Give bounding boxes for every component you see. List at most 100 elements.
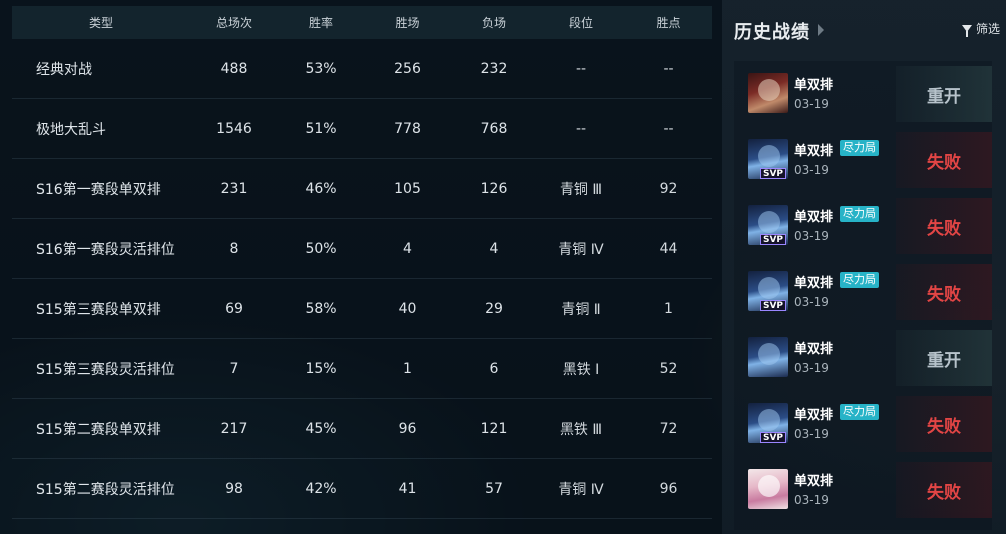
header-wins: 胜场 (395, 16, 420, 30)
cell-type: S15第二赛段单双排 (36, 421, 161, 438)
match-date: 03-19 (794, 229, 829, 243)
match-date: 03-19 (794, 163, 829, 177)
cell-tier: 黑铁 Ⅰ (562, 361, 600, 378)
match-history-panel: 历史战绩 筛选 单双排 03-19 重开 SVP 单双排 尽力局 03-19 失… (722, 0, 1006, 534)
cell-losses: 768 (480, 120, 508, 137)
cell-total: 1546 (216, 120, 252, 137)
cell-total: 7 (229, 360, 239, 377)
cell-losses: 57 (485, 480, 503, 497)
cell-wins: 96 (398, 420, 417, 437)
cell-type: 经典对战 (36, 61, 92, 78)
cell-type: S16第一赛段灵活排位 (36, 241, 175, 258)
match-result: 失败 (896, 264, 992, 320)
cell-tier: 黑铁 Ⅲ (559, 421, 603, 438)
cell-tier: 青铜 Ⅳ (558, 241, 604, 258)
cell-wins: 4 (403, 240, 412, 257)
champion-avatar: SVP (748, 139, 788, 179)
cell-lp: -- (663, 120, 674, 137)
cell-lp: 96 (659, 480, 678, 497)
match-date: 03-19 (794, 295, 829, 309)
effort-badge: 尽力局 (840, 272, 879, 288)
match-item[interactable]: 单双排 03-19 重开 (734, 325, 992, 391)
cell-tier: 青铜 Ⅱ (561, 301, 601, 318)
svp-badge: SVP (760, 300, 786, 311)
match-result: 重开 (896, 330, 992, 386)
champion-avatar (748, 337, 788, 377)
header-total: 总场次 (215, 16, 252, 30)
match-result: 失败 (896, 396, 992, 452)
match-result: 失败 (896, 132, 992, 188)
cell-rate: 45% (305, 420, 337, 437)
cell-tier: -- (575, 120, 587, 137)
cell-lp: 44 (659, 240, 678, 257)
champion-avatar (748, 73, 788, 113)
table-row[interactable]: S15第二赛段单双排 217 45% 96 121 黑铁 Ⅲ 72 (12, 399, 712, 459)
cell-tier: 青铜 Ⅲ (559, 181, 603, 198)
table-header: 类型 总场次 胜率 胜场 负场 段位 胜点 (12, 6, 712, 39)
match-date: 03-19 (794, 361, 829, 375)
champion-avatar: SVP (748, 271, 788, 311)
app-root: 类型 总场次 胜率 胜场 负场 段位 胜点 经典对战 488 53% 256 2… (0, 0, 1006, 534)
cell-wins: 778 (394, 120, 421, 137)
history-title[interactable]: 历史战绩 (734, 18, 810, 44)
svp-badge: SVP (760, 168, 786, 179)
champion-avatar (748, 469, 788, 509)
stats-table: 类型 总场次 胜率 胜场 负场 段位 胜点 经典对战 488 53% 256 2… (0, 0, 722, 534)
cell-wins: 40 (398, 300, 417, 317)
cell-rate: 46% (305, 180, 337, 197)
cell-losses: 121 (480, 420, 508, 437)
cell-total: 217 (220, 420, 248, 437)
cell-rate: 42% (305, 480, 337, 497)
effort-badge: 尽力局 (840, 206, 879, 222)
match-item[interactable]: SVP 单双排 尽力局 03-19 失败 (734, 391, 992, 457)
match-list: 单双排 03-19 重开 SVP 单双排 尽力局 03-19 失败 SVP 单双… (734, 61, 992, 530)
cell-tier: -- (575, 60, 587, 77)
table-row[interactable]: S15第二赛段灵活排位 98 42% 41 57 青铜 Ⅳ 96 (12, 459, 712, 519)
cell-total: 231 (220, 180, 248, 197)
header-tier: 段位 (568, 16, 593, 30)
cell-type: 极地大乱斗 (36, 121, 106, 138)
match-date: 03-19 (794, 427, 829, 441)
match-result: 失败 (896, 198, 992, 254)
match-mode: 单双排 (794, 474, 834, 489)
table-row[interactable]: S16第一赛段单双排 231 46% 105 126 青铜 Ⅲ 92 (12, 159, 712, 219)
filter-icon (961, 25, 972, 37)
cell-type: S15第三赛段灵活排位 (36, 361, 175, 378)
table-row[interactable]: 经典对战 488 53% 256 232 -- -- (12, 39, 712, 99)
cell-wins: 1 (403, 360, 412, 377)
header-rate: 胜率 (308, 16, 333, 30)
cell-wins: 41 (398, 480, 417, 497)
table-row[interactable]: S16第一赛段灵活排位 8 50% 4 4 青铜 Ⅳ 44 (12, 219, 712, 279)
cell-total: 488 (220, 60, 248, 77)
champion-avatar: SVP (748, 403, 788, 443)
cell-lp: 52 (659, 360, 678, 377)
filter-label: 筛选 (975, 22, 1000, 36)
match-item[interactable]: SVP 单双排 尽力局 03-19 失败 (734, 193, 992, 259)
match-item[interactable]: 单双排 03-19 重开 (734, 61, 992, 127)
cell-rate: 53% (305, 60, 337, 77)
table-row[interactable]: S15第三赛段单双排 69 58% 40 29 青铜 Ⅱ 1 (12, 279, 712, 339)
cell-losses: 6 (489, 360, 499, 377)
svp-badge: SVP (760, 234, 786, 245)
svp-badge: SVP (760, 432, 786, 443)
match-item[interactable]: 单双排 03-19 失败 (734, 457, 992, 523)
match-item[interactable]: SVP 单双排 尽力局 03-19 失败 (734, 127, 992, 193)
table-row[interactable]: 极地大乱斗 1546 51% 778 768 -- -- (12, 99, 712, 159)
cell-rate: 15% (305, 360, 337, 377)
match-mode: 单双排 (794, 144, 834, 159)
match-date: 03-19 (794, 97, 829, 111)
cell-wins: 256 (394, 60, 421, 77)
cell-tier: 青铜 Ⅳ (558, 481, 604, 498)
cell-rate: 50% (305, 240, 337, 257)
match-mode: 单双排 (794, 342, 834, 357)
match-date: 03-19 (794, 493, 829, 507)
match-item[interactable]: SVP 单双排 尽力局 03-19 失败 (734, 259, 992, 325)
match-mode: 单双排 (794, 78, 834, 93)
filter-button[interactable]: 筛选 (961, 20, 1000, 37)
chevron-right-icon[interactable] (818, 24, 824, 36)
match-result: 失败 (896, 462, 992, 518)
cell-lp: 72 (659, 420, 678, 437)
table-row[interactable]: S15第三赛段灵活排位 7 15% 1 6 黑铁 Ⅰ 52 (12, 339, 712, 399)
table-body: 经典对战 488 53% 256 232 -- -- 极地大乱斗 1546 51… (12, 39, 712, 519)
cell-type: S16第一赛段单双排 (36, 181, 161, 198)
